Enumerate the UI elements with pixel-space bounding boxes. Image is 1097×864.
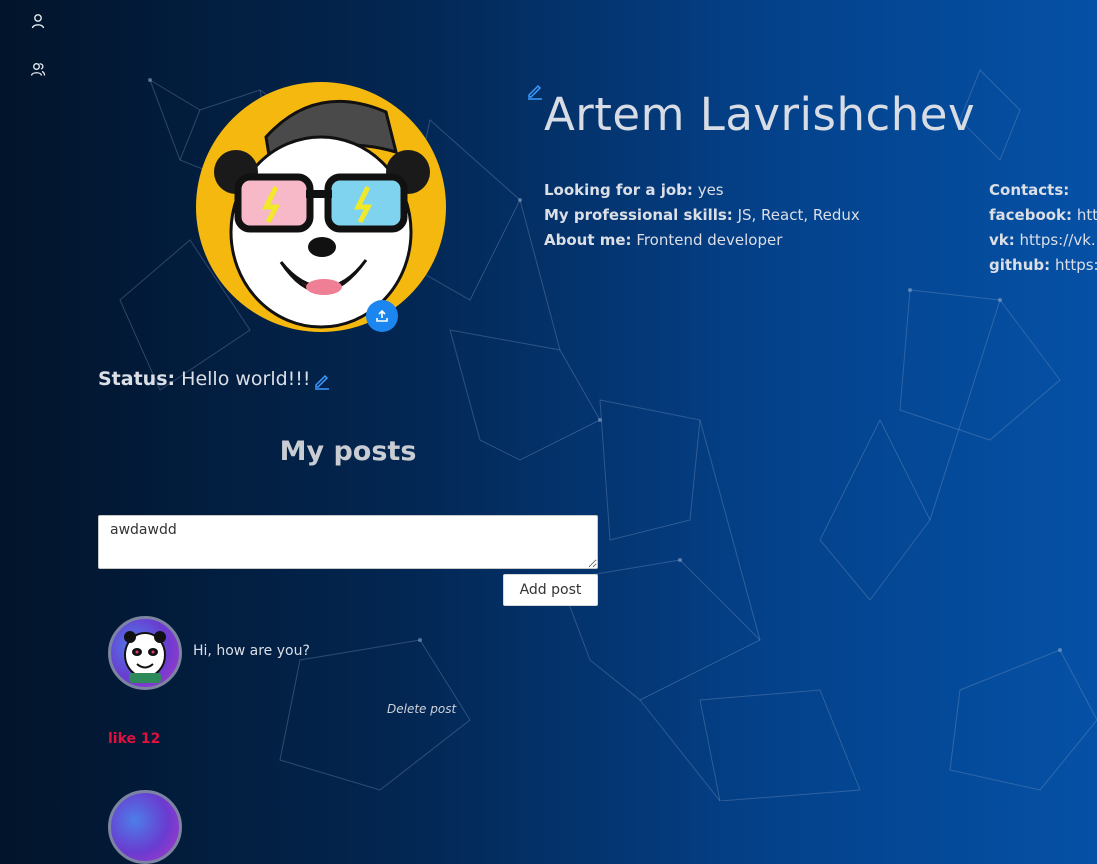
pencil-icon	[528, 84, 542, 100]
contact-label: github:	[989, 256, 1051, 274]
contacts-title: Contacts:	[989, 181, 1070, 199]
contact-value[interactable]: htt	[1077, 206, 1097, 224]
status-value[interactable]: Hello world!!!	[181, 368, 310, 390]
contact-facebook: facebook: htt	[989, 203, 1097, 228]
delete-post-button[interactable]: Delete post	[387, 702, 456, 716]
status-line: Status: Hello world!!!	[98, 368, 311, 390]
profile-avatar	[196, 82, 446, 332]
edit-profile-button[interactable]	[526, 82, 544, 100]
looking-for-job-value: yes	[697, 181, 724, 199]
posts-title: My posts	[279, 436, 417, 467]
about-row: About me: Frontend developer	[544, 228, 860, 253]
contact-value[interactable]: https:	[1055, 256, 1097, 274]
skills-value: JS, React, Redux	[737, 206, 860, 224]
user-icon[interactable]	[29, 12, 47, 30]
contact-vk: vk: https://vk.	[989, 228, 1097, 253]
contacts-block: Contacts: facebook: htt vk: https://vk. …	[989, 178, 1097, 278]
upload-photo-button[interactable]	[366, 300, 398, 332]
contact-github: github: https:	[989, 253, 1097, 278]
add-post-button[interactable]: Add post	[503, 574, 598, 606]
skills-label: My professional skills:	[544, 206, 733, 224]
status-label: Status:	[98, 368, 176, 390]
users-icon[interactable]	[29, 60, 47, 78]
contact-label: vk:	[989, 231, 1015, 249]
profile-name: Artem Lavrishchev	[544, 88, 976, 141]
looking-for-job-row: Looking for a job: yes	[544, 178, 860, 203]
pencil-icon	[315, 374, 329, 390]
post-text: Hi, how are you?	[193, 643, 310, 659]
about-label: About me:	[544, 231, 632, 249]
post-avatar	[108, 616, 182, 690]
contact-label: facebook:	[989, 206, 1073, 224]
like-button[interactable]: like 12	[108, 731, 160, 747]
about-value: Frontend developer	[636, 231, 783, 249]
new-post-input[interactable]: awdawdd	[98, 515, 598, 569]
profile-info: Looking for a job: yes My professional s…	[544, 178, 860, 253]
contact-value[interactable]: https://vk.	[1020, 231, 1096, 249]
edit-status-button[interactable]	[313, 372, 331, 390]
skills-row: My professional skills: JS, React, Redux	[544, 203, 860, 228]
looking-for-job-label: Looking for a job:	[544, 181, 693, 199]
upload-icon	[376, 309, 388, 322]
post-avatar	[108, 790, 182, 864]
